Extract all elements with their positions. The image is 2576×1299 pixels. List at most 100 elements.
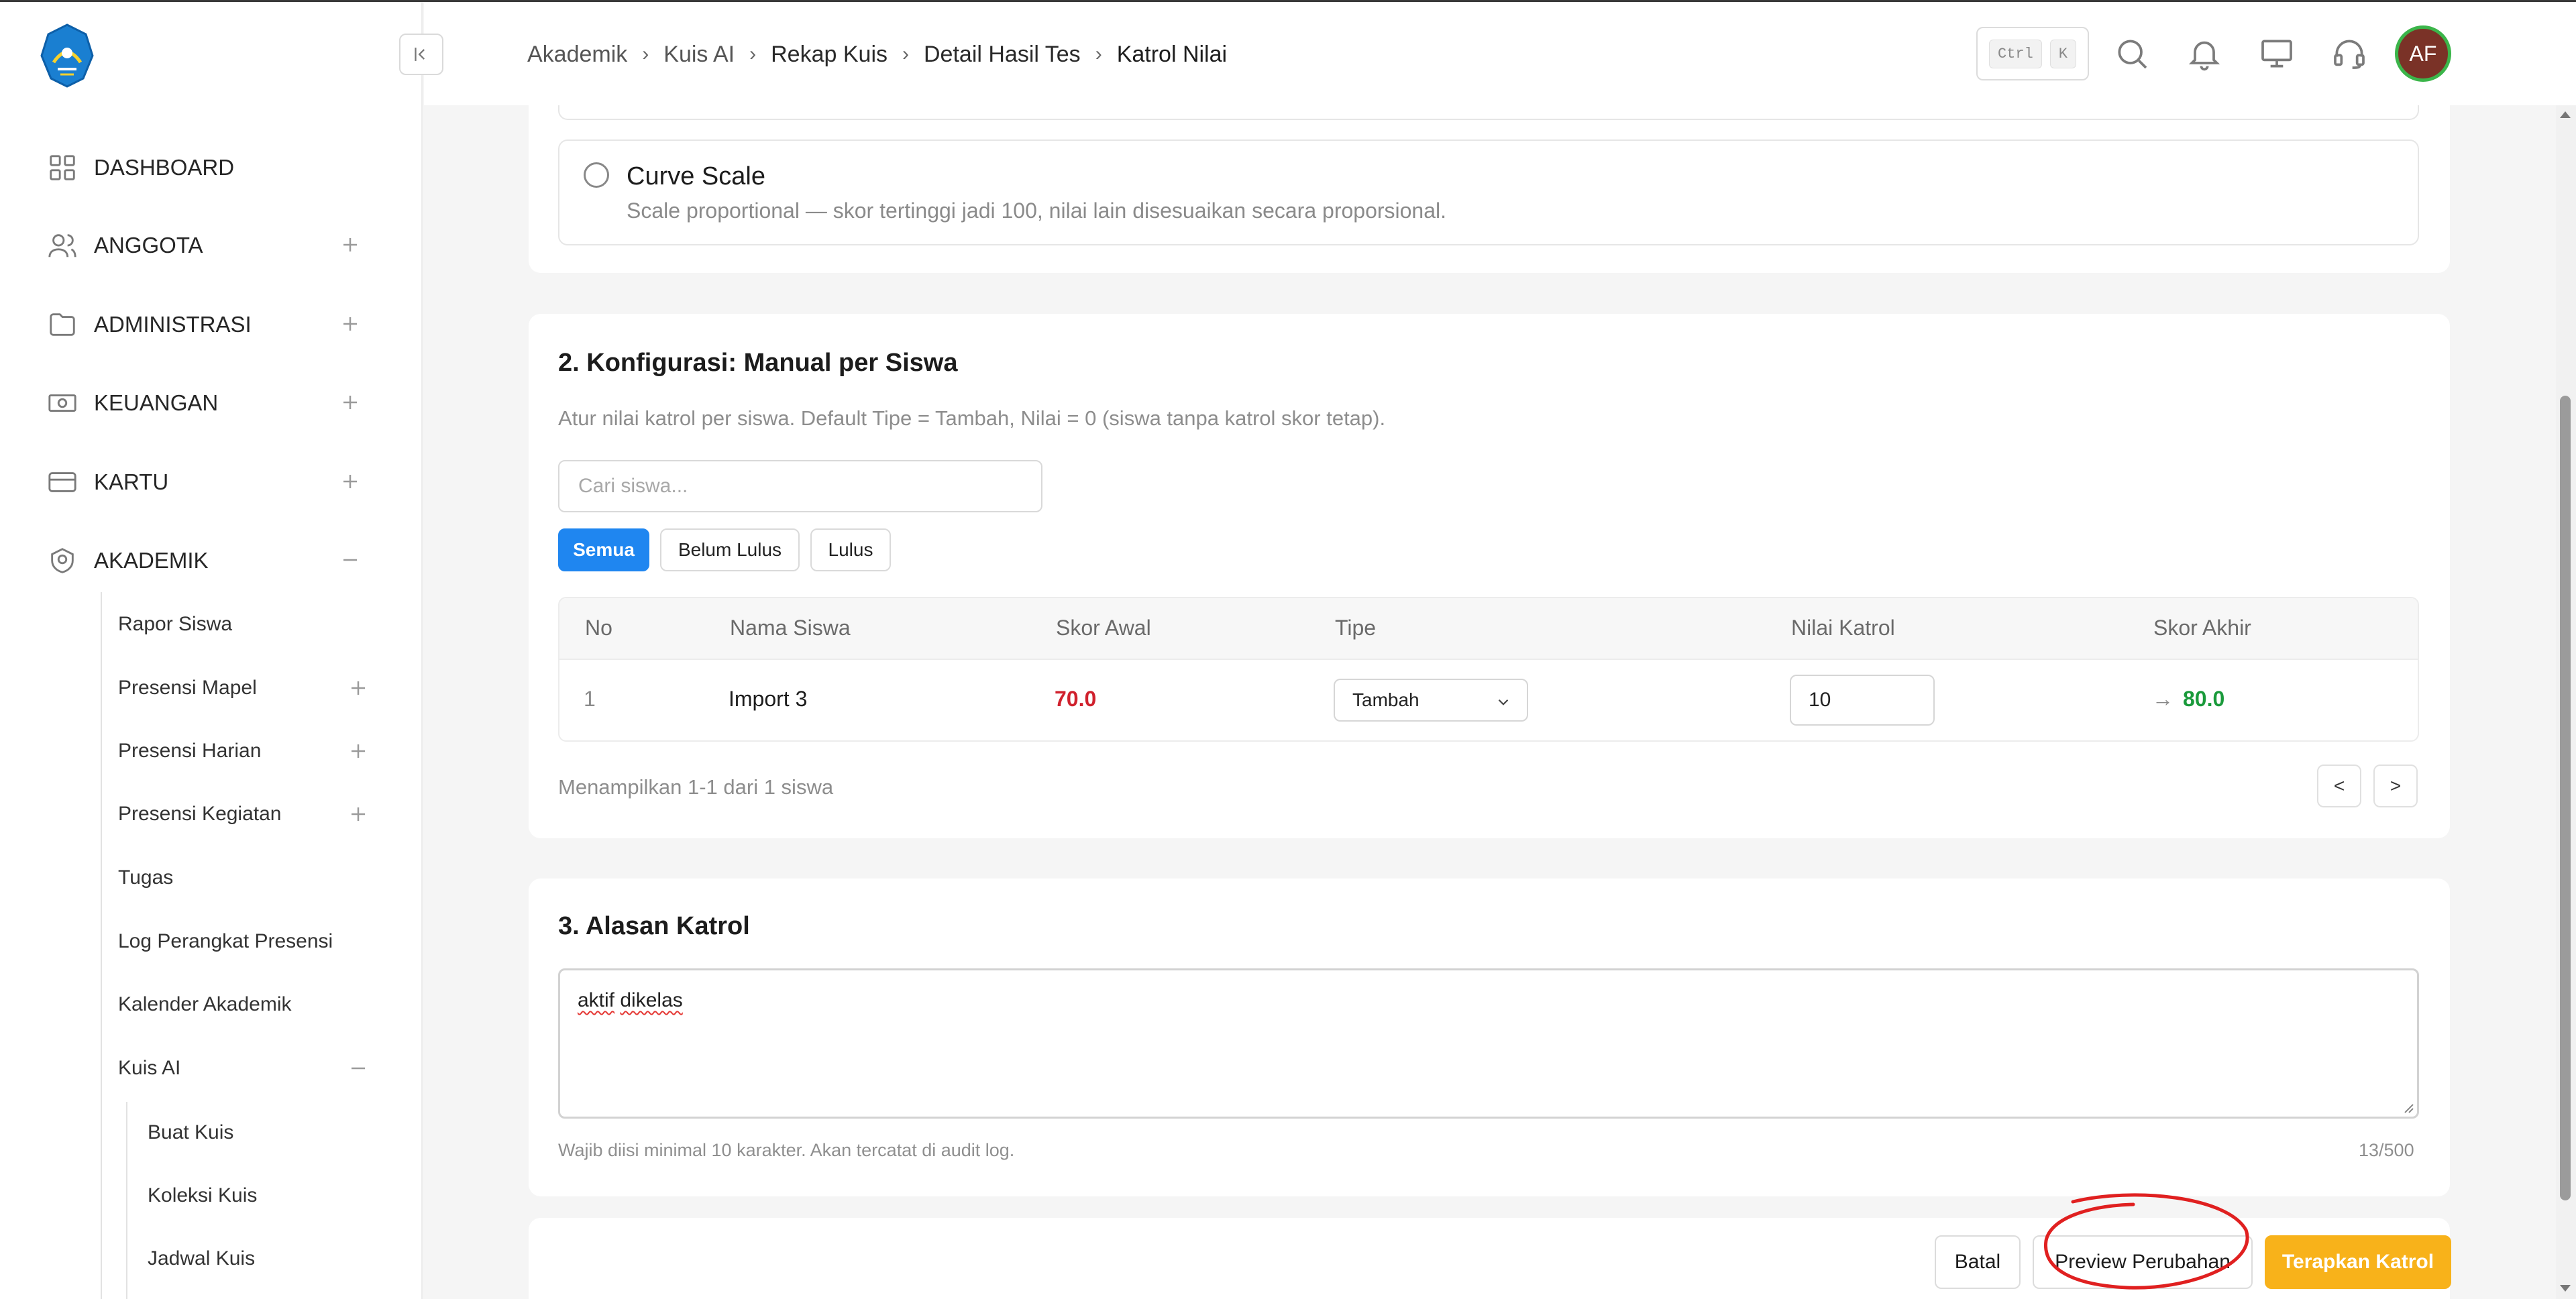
sidebar-item-label: ADMINISTRASI <box>94 312 252 337</box>
sidebar-subitem-jadwal-kuis[interactable]: Jadwal Kuis <box>148 1239 349 1279</box>
student-search-input[interactable] <box>558 460 1042 512</box>
prev-page-button[interactable]: < <box>2317 765 2361 807</box>
academic-icon <box>51 548 74 573</box>
expand-plus-icon[interactable] <box>337 231 364 258</box>
chevron-right-icon: › <box>749 43 757 65</box>
headset-icon[interactable] <box>2330 35 2368 72</box>
expand-plus-icon[interactable] <box>337 468 364 495</box>
sidebar-subitem-presensi-harian[interactable]: Presensi Harian <box>118 731 373 771</box>
subitem-label: Tugas <box>118 866 174 889</box>
monitor-icon[interactable] <box>2258 35 2296 72</box>
sidebar-subitem-presensi-kegiatan[interactable]: Presensi Kegiatan <box>118 794 373 834</box>
subitem-label: Rapor Siswa <box>118 613 233 635</box>
sidebar-subitem-kuis-ai[interactable]: Kuis AI <box>118 1048 373 1088</box>
sidebar-item-label: AKADEMIK <box>94 548 209 573</box>
sidebar: DASHBOARD ANGGOTA ADMINISTRASI KEUANGAN … <box>0 2 423 1299</box>
resize-handle-icon[interactable] <box>2400 1099 2414 1114</box>
expand-plus-icon[interactable] <box>345 738 372 765</box>
scroll-down-arrow-icon[interactable] <box>2559 1284 2572 1294</box>
config-title: 2. Konfigurasi: Manual per Siswa <box>558 349 958 377</box>
collapse-minus-icon[interactable] <box>345 1055 372 1082</box>
sidebar-subitem-tugas[interactable]: Tugas <box>118 858 373 898</box>
subitem-label: Presensi Kegiatan <box>118 803 282 825</box>
row-name: Import 3 <box>729 687 808 711</box>
sidebar-item-kartu[interactable]: KARTU <box>47 459 369 506</box>
collapse-left-icon <box>415 48 425 61</box>
sidebar-subitem-buat-kuis[interactable]: Buat Kuis <box>148 1113 349 1153</box>
folder-icon <box>50 313 75 336</box>
col-nilai-katrol: Nilai Katrol <box>1791 616 1895 640</box>
expand-plus-icon[interactable] <box>337 310 364 337</box>
row-skor-akhir: 80.0 <box>2183 687 2225 711</box>
command-palette-shortcut[interactable]: Ctrl K <box>1976 27 2089 80</box>
subitem-label: Buat Kuis <box>148 1121 234 1143</box>
breadcrumb-akademik[interactable]: Akademik <box>527 42 627 68</box>
avatar-initials: AF <box>2409 41 2437 66</box>
curve-scale-radio[interactable] <box>584 162 609 188</box>
subitem-label: Koleksi Kuis <box>148 1184 258 1206</box>
curve-scale-desc: Scale proportional — skor tertinggi jadi… <box>627 199 1447 223</box>
cash-icon <box>48 394 76 412</box>
method-option-curve-scale[interactable] <box>558 139 2419 245</box>
nilai-katrol-input[interactable]: 10 <box>1790 675 1935 726</box>
sidebar-item-akademik[interactable]: AKADEMIK <box>47 537 369 584</box>
next-page-button[interactable]: > <box>2373 765 2418 807</box>
search-icon[interactable] <box>2113 35 2151 72</box>
expand-plus-icon[interactable] <box>337 389 364 416</box>
method-option-previous[interactable] <box>558 105 2419 120</box>
sidebar-subitem-presensi-mapel[interactable]: Presensi Mapel <box>118 668 373 708</box>
avatar[interactable]: AF <box>2395 25 2451 82</box>
row-no: 1 <box>584 687 596 711</box>
cancel-button[interactable]: Batal <box>1935 1235 2021 1289</box>
collapse-sidebar-button[interactable] <box>399 34 443 75</box>
breadcrumb-kuis-ai[interactable]: Kuis AI <box>663 42 735 68</box>
tipe-select[interactable]: Tambah <box>1334 679 1528 722</box>
nilai-katrol-value: 10 <box>1809 689 1831 711</box>
sidebar-subitem-kalender-akademik[interactable]: Kalender Akademik <box>118 984 373 1025</box>
collapse-minus-icon[interactable] <box>337 547 364 573</box>
sidebar-subitem-koleksi-kuis[interactable]: Koleksi Kuis <box>148 1176 349 1216</box>
sidebar-item-label: DASHBOARD <box>94 155 235 180</box>
apply-katrol-button[interactable]: Terapkan Katrol <box>2265 1235 2451 1289</box>
sidebar-item-label: KEUANGAN <box>94 390 219 415</box>
reason-char-count: 13/500 <box>2359 1140 2414 1160</box>
breadcrumb-detail-hasil-tes[interactable]: Detail Hasil Tes <box>924 42 1081 68</box>
filter-belum-lulus[interactable]: Belum Lulus <box>660 528 800 571</box>
filter-lulus[interactable]: Lulus <box>810 528 891 571</box>
sidebar-item-dashboard[interactable]: DASHBOARD <box>47 144 369 191</box>
sidebar-item-administrasi[interactable]: ADMINISTRASI <box>47 301 369 348</box>
breadcrumb-current: Katrol Nilai <box>1116 41 1228 67</box>
sidebar-subitem-rapor-siswa[interactable]: Rapor Siswa <box>118 604 373 644</box>
bell-icon[interactable] <box>2186 35 2223 72</box>
sidebar-item-keuangan[interactable]: KEUANGAN <box>47 380 369 427</box>
col-skor-awal: Skor Awal <box>1056 616 1151 640</box>
col-nama-siswa: Nama Siswa <box>730 616 851 640</box>
reason-hint: Wajib diisi minimal 10 karakter. Akan te… <box>558 1140 1015 1160</box>
sidebar-item-anggota[interactable]: ANGGOTA <box>47 222 369 269</box>
subitem-label: Jadwal Kuis <box>148 1247 256 1269</box>
tut-wuri-handayani-logo <box>40 23 94 88</box>
col-tipe: Tipe <box>1335 616 1377 640</box>
expand-plus-icon[interactable] <box>345 801 372 828</box>
scrollbar-thumb[interactable] <box>2560 396 2571 1200</box>
expand-plus-icon[interactable] <box>345 675 372 701</box>
scroll-up-arrow-icon[interactable] <box>2559 109 2572 119</box>
arrow-right-icon: → <box>2152 687 2174 711</box>
table-header: No Nama Siswa Skor Awal Tipe Nilai Katro… <box>559 598 2418 660</box>
chevron-right-icon: › <box>1095 43 1102 65</box>
filter-semua[interactable]: Semua <box>558 528 649 571</box>
subitem-label: Kalender Akademik <box>118 993 292 1015</box>
row-skor-awal: 70.0 <box>1055 687 1097 711</box>
subitem-label: Presensi Harian <box>118 740 262 762</box>
reason-word: dikelas <box>620 989 683 1011</box>
sidebar-subitem-log-perangkat-presensi[interactable]: Log Perangkat Presensi <box>118 921 373 962</box>
kbd-k: K <box>2049 39 2076 68</box>
subitem-label: Presensi Mapel <box>118 677 257 699</box>
reason-word: aktif <box>578 989 615 1011</box>
sidebar-item-label: ANGGOTA <box>94 233 203 258</box>
subitem-label: Kuis AI <box>118 1057 181 1079</box>
breadcrumb-rekap-kuis[interactable]: Rekap Kuis <box>771 42 888 68</box>
reason-textarea[interactable]: aktif dikelas <box>558 968 2419 1119</box>
card-icon <box>48 472 76 492</box>
users-icon <box>48 234 76 258</box>
